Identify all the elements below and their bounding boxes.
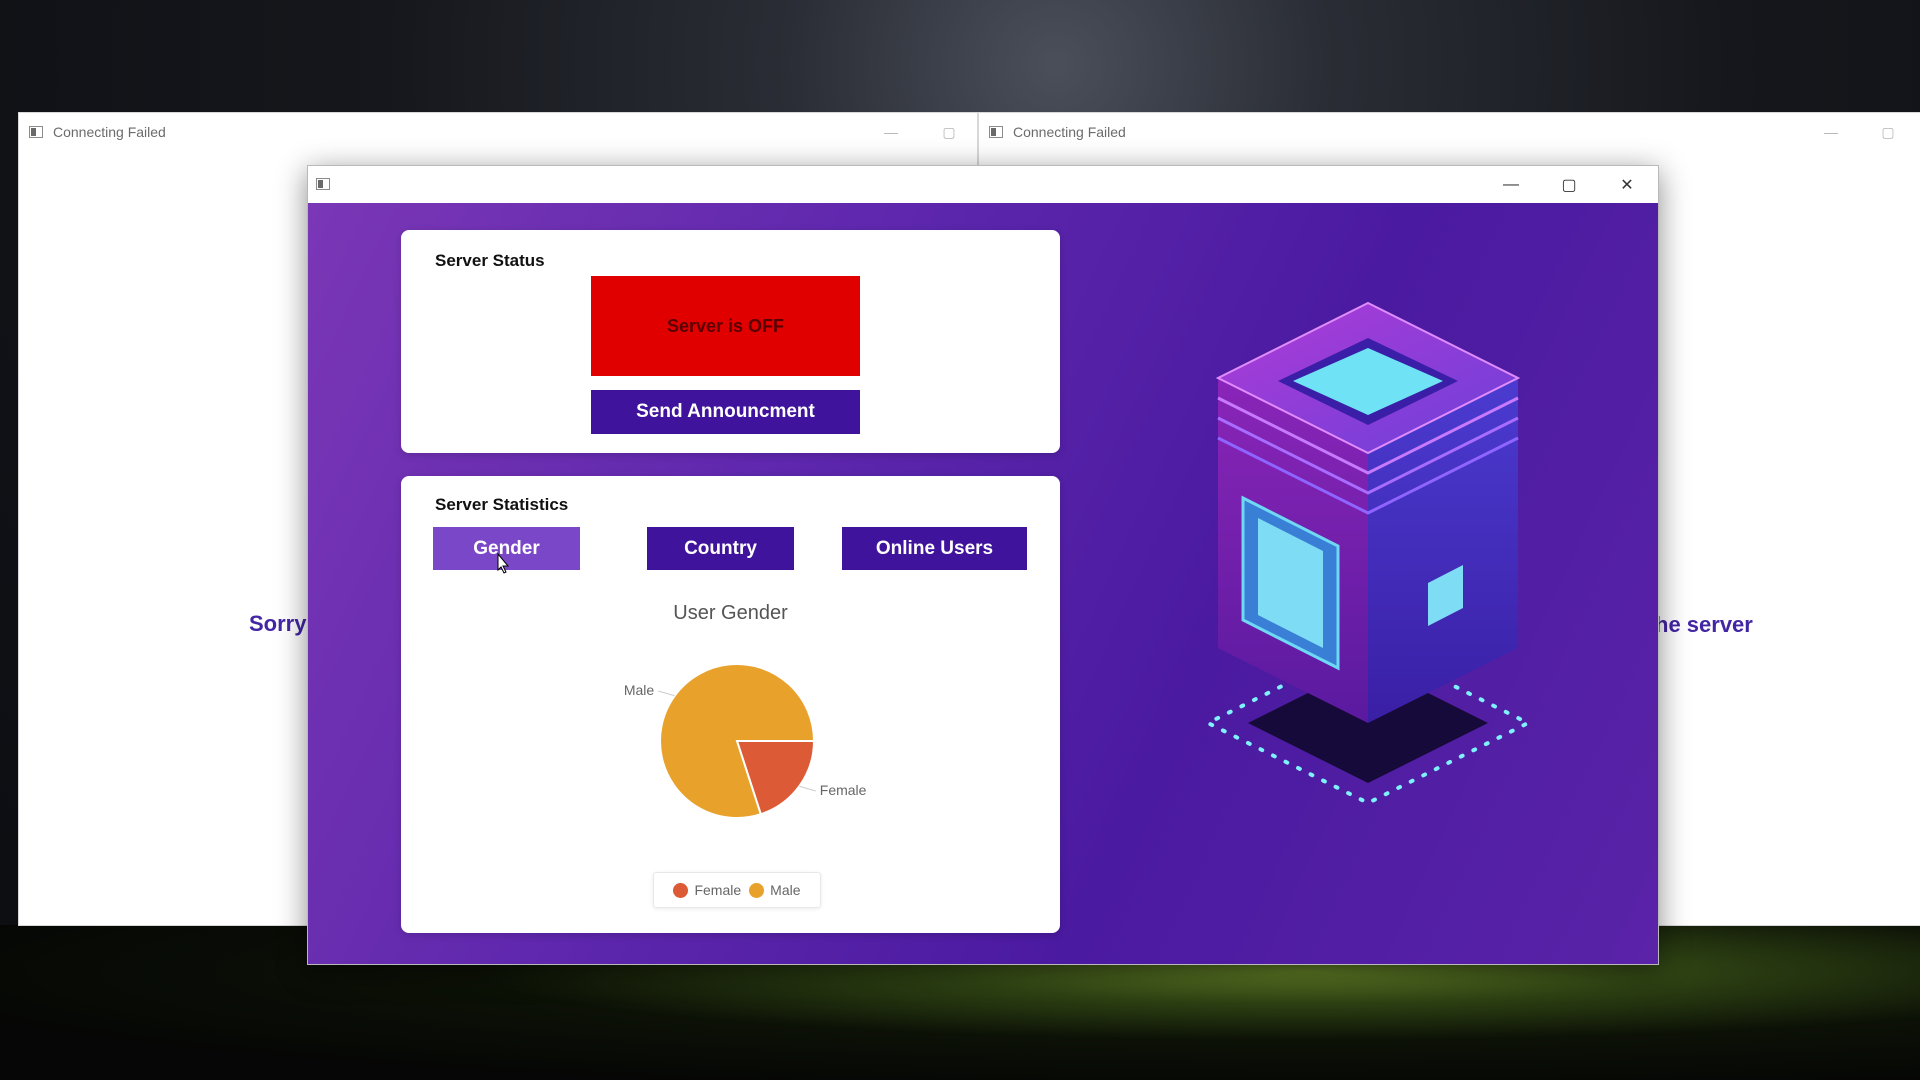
title-bar[interactable]: Connecting Failed	[19, 113, 977, 151]
minimize-button[interactable]: —	[871, 113, 911, 151]
server-statistics-card: Server Statistics Gender Country Online …	[401, 476, 1060, 933]
tab-country[interactable]: Country	[647, 527, 794, 570]
error-message: Sorry	[249, 611, 307, 636]
close-button[interactable]: ✕	[1598, 166, 1656, 203]
pie-label-leader	[658, 690, 675, 697]
minimize-button[interactable]: —	[1811, 113, 1851, 151]
legend-swatch-female	[673, 882, 689, 898]
card-title: Server Status	[435, 251, 545, 270]
main-content: Server Status Server is OFF Send Announc…	[308, 203, 1658, 964]
mouse-pointer-icon	[497, 553, 510, 574]
pie-label-leader	[799, 785, 816, 792]
send-announcement-button[interactable]: Send Announcment	[591, 390, 860, 434]
title-bar[interactable]: — ▢ ✕	[308, 166, 1658, 203]
legend-label: Male	[770, 882, 801, 898]
chart-legend: Female Male	[653, 872, 821, 908]
pie-label-female: Female	[820, 782, 867, 798]
maximize-button[interactable]: ▢	[929, 113, 969, 151]
error-message: he server	[1655, 612, 1753, 637]
app-icon	[316, 178, 330, 190]
legend-swatch-male	[749, 882, 765, 898]
window-title: Connecting Failed	[53, 124, 166, 140]
app-icon	[989, 126, 1003, 138]
pie-label-male: Male	[624, 682, 655, 698]
legend-label: Female	[694, 882, 742, 898]
app-icon	[29, 126, 43, 138]
main-window[interactable]: — ▢ ✕ Server Status Server is OFF Send A…	[307, 165, 1659, 965]
tab-online-users[interactable]: Online Users	[842, 527, 1027, 570]
title-bar[interactable]: Connecting Failed	[979, 113, 1920, 151]
minimize-button[interactable]: —	[1482, 166, 1540, 203]
server-status-card: Server Status Server is OFF Send Announc…	[401, 230, 1060, 453]
maximize-button[interactable]: ▢	[1868, 113, 1908, 151]
server-status-indicator: Server is OFF	[591, 276, 860, 376]
legend-item-female[interactable]: Female	[673, 882, 741, 898]
legend-item-male[interactable]: Male	[749, 882, 801, 898]
card-title: Server Statistics	[435, 495, 569, 514]
window-title: Connecting Failed	[1013, 124, 1126, 140]
server-illustration	[1203, 301, 1533, 806]
maximize-button[interactable]: ▢	[1540, 166, 1598, 203]
chart-title: User Gender	[673, 602, 788, 624]
